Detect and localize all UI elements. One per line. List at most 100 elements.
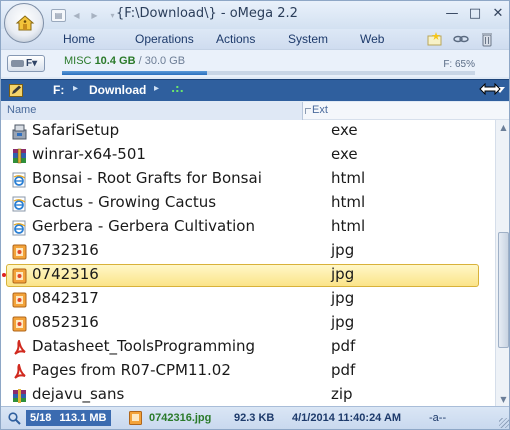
file-row[interactable]: dejavu_sans zip (1, 384, 495, 407)
image-icon (12, 316, 27, 332)
file-name: winrar-x64-501 (32, 145, 146, 163)
path-separator-icon[interactable]: ▸ (154, 83, 159, 94)
back-icon[interactable]: ◀ (69, 9, 84, 22)
column-ext-header[interactable]: Ext (312, 104, 328, 116)
file-ext: pdf (331, 337, 356, 355)
edit-path-icon[interactable] (9, 84, 23, 97)
file-ext: jpg (331, 265, 355, 283)
ie-html-icon (12, 196, 27, 212)
file-row[interactable]: Cactus - Growing Cactus html (1, 192, 495, 216)
sort-indicator-icon (305, 108, 311, 114)
file-name: 0742316 (32, 265, 99, 283)
path-segment-drive[interactable]: F: (53, 83, 64, 97)
winrar-icon (12, 148, 27, 164)
file-row[interactable]: 0842317 jpg (1, 288, 495, 312)
drive-selector-button[interactable]: F▾ (7, 55, 45, 72)
file-row-selected[interactable]: 0742316 jpg (1, 264, 495, 288)
forward-icon[interactable]: ▶ (87, 9, 102, 22)
search-icon[interactable] (8, 412, 21, 425)
file-name: 0732316 (32, 241, 99, 259)
status-bar: 5/18 113.1 MB 0742316.jpg 92.3 KB 4/1/201… (1, 406, 509, 429)
file-row[interactable]: 0852316 jpg (1, 312, 495, 336)
file-name: Datasheet_ToolsProgramming (32, 337, 256, 355)
volume-separator: / (138, 55, 142, 67)
window-title: {F:\Download\} - oMega 2.2 (116, 6, 298, 21)
drive-usage-fill (62, 71, 207, 75)
file-row[interactable]: Pages from R07-CPM11.02 pdf (1, 360, 495, 384)
volume-name: MISC (64, 55, 92, 67)
menu-actions[interactable]: Actions (216, 32, 288, 46)
file-ext: jpg (331, 241, 355, 259)
link-icon[interactable] (453, 31, 469, 47)
file-row[interactable]: SafariSetup exe (1, 120, 495, 144)
pdf-icon (12, 362, 27, 380)
image-icon (12, 244, 27, 260)
scroll-down-icon[interactable]: ▼ (499, 395, 508, 404)
menu-system[interactable]: System (288, 32, 360, 46)
menu-bar: Home Operations Actions System Web (1, 29, 509, 49)
ie-html-icon (12, 220, 27, 236)
window-controls: — □ ✕ (445, 7, 505, 21)
maximize-button[interactable]: □ (468, 7, 482, 21)
resize-grip-icon[interactable] (499, 418, 509, 428)
image-file-icon (129, 411, 142, 425)
drive-usage-bar (62, 71, 475, 75)
new-folder-icon[interactable] (427, 31, 443, 47)
column-name-label: Name (7, 104, 37, 116)
path-separator-icon[interactable]: ▸ (73, 83, 78, 94)
scroll-up-icon[interactable]: ▲ (499, 123, 508, 132)
resize-cursor-icon (479, 83, 501, 95)
chevron-down-icon: ▾ (32, 58, 38, 69)
title-bar[interactable]: ▤ ◀ ▶ ▾ {F:\Download\} - oMega 2.2 — □ ✕ (1, 1, 509, 29)
file-row[interactable]: Gerbera - Gerbera Cultivation html (1, 216, 495, 240)
recycle-bin-icon[interactable] (479, 31, 495, 47)
drive-icon (11, 60, 24, 67)
file-name: 0842317 (32, 289, 99, 307)
menu-home[interactable]: Home (63, 32, 135, 46)
file-ext: html (331, 169, 366, 187)
drive-free-label: F: 65% (443, 59, 475, 70)
minimize-button[interactable]: — (445, 7, 459, 21)
file-ext: html (331, 193, 366, 211)
close-button[interactable]: ✕ (491, 7, 505, 21)
file-row[interactable]: winrar-x64-501 exe (1, 144, 495, 168)
zip-archive-icon (12, 388, 27, 404)
file-name: dejavu_sans (32, 385, 125, 403)
status-file-date: 4/1/2014 11:40:24 AM (292, 412, 402, 424)
file-ext: jpg (331, 289, 355, 307)
status-file-size: 92.3 KB (234, 412, 275, 424)
selection-count: 5/18 (30, 412, 52, 424)
focus-marker (2, 273, 6, 277)
volume-total: 30.0 GB (144, 55, 186, 67)
file-name: Pages from R07-CPM11.02 (32, 361, 231, 379)
drive-bar: F▾ MISC 10.4 GB / 30.0 GB F: 65% (1, 49, 509, 77)
file-row[interactable]: 0732316 jpg (1, 240, 495, 264)
file-ext: pdf (331, 361, 356, 379)
pdf-icon (12, 338, 27, 356)
app-window: ▤ ◀ ▶ ▾ {F:\Download\} - oMega 2.2 — □ ✕… (0, 0, 510, 430)
file-name: SafariSetup (32, 121, 120, 139)
file-name: Cactus - Growing Cactus (32, 193, 217, 211)
file-list: SafariSetup exe winrar-x64-501 exe Bonsai - … (1, 120, 495, 407)
path-bar[interactable]: F: ▸ Download ▸ .:. (1, 79, 509, 101)
menu-operations[interactable]: Operations (135, 32, 216, 46)
file-ext: exe (331, 121, 358, 139)
home-icon (15, 15, 35, 31)
scrollbar-thumb[interactable] (498, 232, 509, 348)
file-ext: jpg (331, 313, 355, 331)
app-menu-button[interactable] (4, 3, 44, 43)
status-file-name: 0742316.jpg (149, 412, 212, 424)
selection-size: 113.1 MB (59, 412, 107, 424)
path-indicator: .:. (171, 82, 184, 95)
status-file-attributes: -a-- (429, 412, 447, 424)
vertical-scrollbar[interactable]: ▲ ▼ (495, 120, 509, 407)
path-segment-folder[interactable]: Download (89, 83, 146, 97)
panel-toggle-icon[interactable]: ▤ (51, 9, 66, 22)
file-ext: zip (331, 385, 353, 403)
selection-summary: 5/18 113.1 MB (26, 410, 111, 426)
image-icon (12, 292, 27, 308)
file-row[interactable]: Bonsai - Root Grafts for Bonsai html (1, 168, 495, 192)
menu-web[interactable]: Web (360, 32, 400, 46)
file-row[interactable]: Datasheet_ToolsProgramming pdf (1, 336, 495, 360)
volume-info: MISC 10.4 GB / 30.0 GB (64, 55, 185, 67)
